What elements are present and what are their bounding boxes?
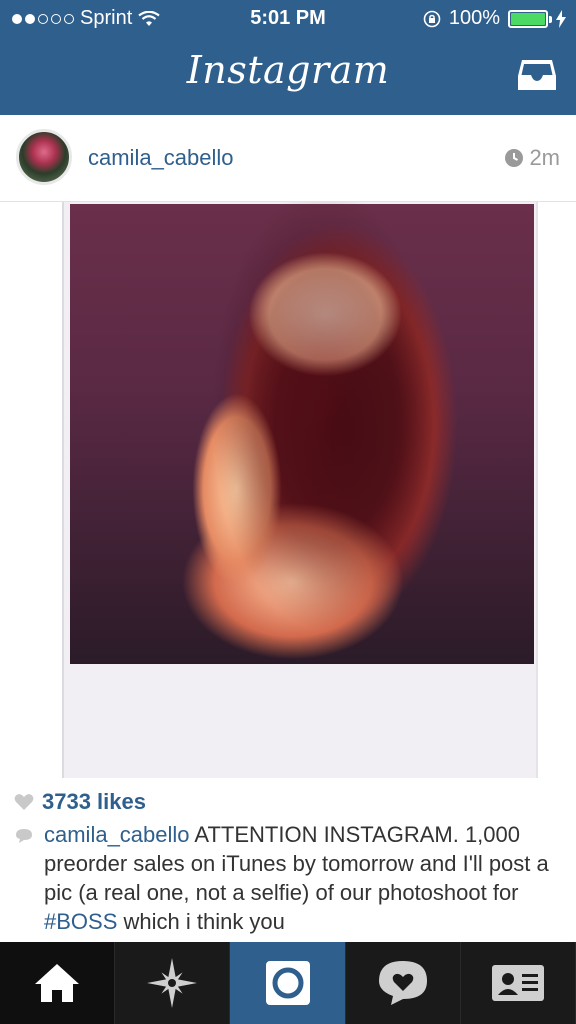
tab-activity[interactable] <box>346 942 461 1024</box>
heart-bubble-icon <box>378 961 427 1005</box>
camera-icon <box>265 961 310 1005</box>
status-bar: Sprint 5:01 PM 100% <box>0 0 576 38</box>
clock-icon <box>505 149 524 167</box>
profile-card-icon <box>491 965 544 1001</box>
tab-home[interactable] <box>0 942 116 1024</box>
status-right: 100% <box>423 7 566 30</box>
comment-bubble-icon <box>16 829 32 843</box>
app-logo: Instagram <box>186 48 390 92</box>
compass-star-icon <box>147 958 198 1008</box>
avatar[interactable] <box>16 129 72 185</box>
post-photo[interactable] <box>62 202 538 778</box>
inbox-tray-icon <box>518 60 556 90</box>
likes-row[interactable]: 3733 likes <box>14 789 146 815</box>
time-ago-label: 2m <box>529 145 560 170</box>
home-icon <box>35 964 80 1002</box>
tab-camera[interactable] <box>230 942 346 1024</box>
tab-profile[interactable] <box>461 942 576 1024</box>
battery-icon <box>508 9 552 28</box>
post-header: camila_cabello 2m <box>0 115 576 202</box>
tab-bar <box>0 942 576 1024</box>
caption-text: camila_cabello ATTENTION INSTAGRAM. 1,00… <box>44 820 564 936</box>
top-bar: Sprint 5:01 PM 100% Instagram <box>0 0 576 115</box>
likes-count[interactable]: 3733 likes <box>42 789 146 815</box>
post-username[interactable]: camila_cabello <box>88 145 234 171</box>
charging-bolt-icon <box>556 9 566 28</box>
post-time: 2m <box>505 145 560 171</box>
rotation-lock-icon <box>423 10 441 27</box>
photo-shade <box>184 202 464 662</box>
battery-percent: 100% <box>448 7 500 29</box>
polaroid-frame <box>64 202 536 778</box>
caption: camila_cabello ATTENTION INSTAGRAM. 1,00… <box>14 820 564 936</box>
heart-icon <box>14 794 34 810</box>
caption-username[interactable]: camila_cabello <box>44 822 190 847</box>
caption-hashtag[interactable]: #BOSS <box>44 909 117 934</box>
tab-explore[interactable] <box>115 942 231 1024</box>
inbox-button[interactable] <box>516 56 558 94</box>
caption-body-end: which i think you <box>117 909 285 934</box>
